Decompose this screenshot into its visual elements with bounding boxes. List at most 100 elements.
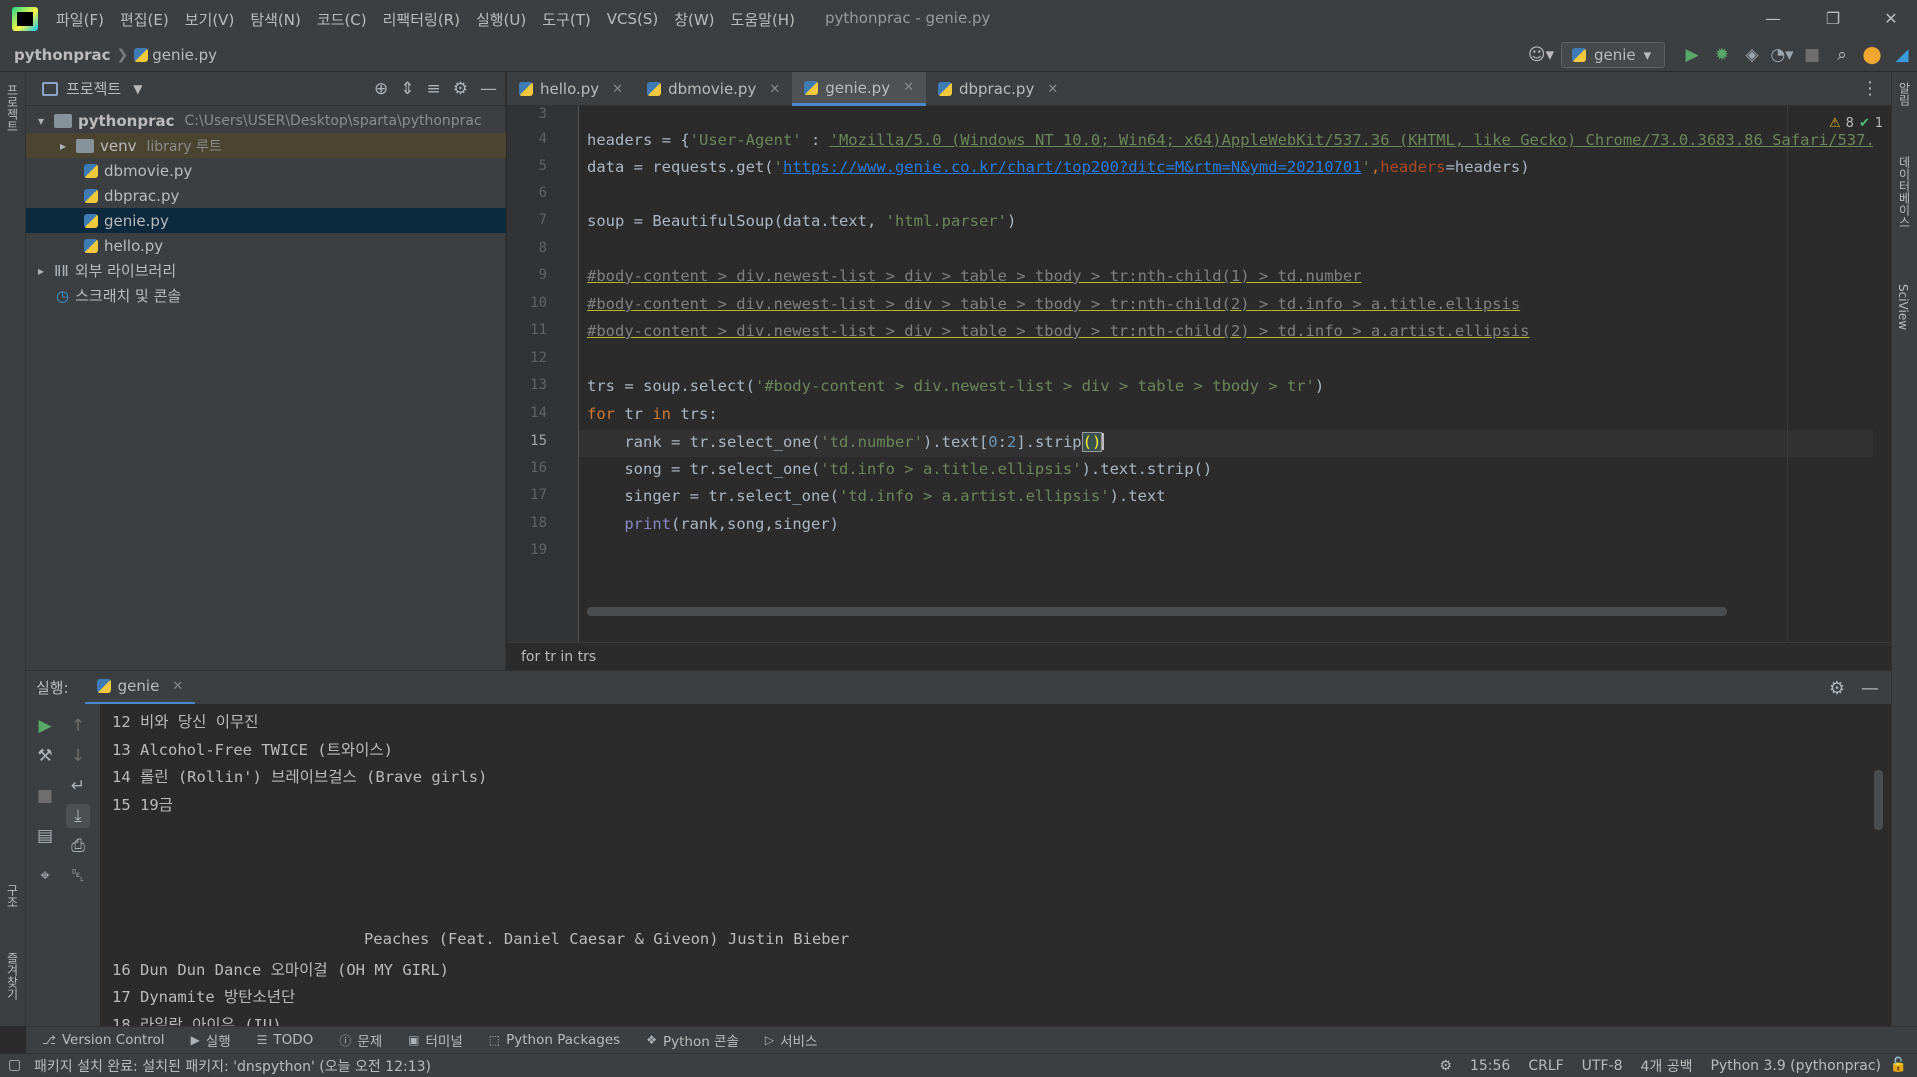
jetbrains-toolbox-icon[interactable]: ◢ bbox=[1887, 38, 1917, 72]
breadcrumb-project[interactable]: pythonprac bbox=[14, 46, 111, 64]
menu-navigate[interactable]: 탐색(N) bbox=[250, 9, 301, 30]
tab-dbprac-py[interactable]: dbprac.py ✕ bbox=[926, 72, 1070, 106]
tree-item-root[interactable]: ▾ pythonprac C:\Users\USER\Desktop\spart… bbox=[26, 108, 506, 133]
python-interpreter[interactable]: Python 3.9 (pythonprac) bbox=[1710, 1058, 1881, 1074]
chevron-right-icon[interactable]: ▸ bbox=[56, 139, 70, 153]
stop-icon[interactable]: ■ bbox=[33, 784, 57, 808]
code-editor[interactable]: 3 4 5 6 7 8 9 10 11 12 13 14 15 16 17 18… bbox=[507, 106, 1891, 642]
tool-tab-services[interactable]: ▷ 서비스 bbox=[765, 1030, 818, 1050]
collapse-all-icon[interactable]: ≡ bbox=[427, 79, 441, 99]
scroll-to-end-icon[interactable]: ⤓ bbox=[66, 804, 90, 828]
tree-item-venv[interactable]: ▸ venv library 루트 bbox=[26, 133, 506, 158]
gear-icon[interactable]: ⚙ bbox=[453, 79, 468, 99]
run-console[interactable]: 12 비와 당신 이무진 13 Alcohol-Free TWICE (트와이스… bbox=[100, 704, 1891, 1026]
tab-dbmovie-py[interactable]: dbmovie.py ✕ bbox=[635, 72, 792, 106]
close-icon[interactable]: ✕ bbox=[1047, 82, 1058, 97]
trash-icon[interactable]: ␡ bbox=[66, 864, 90, 888]
more-vertical-icon[interactable]: ⋮ bbox=[1861, 78, 1879, 99]
console-scrollbar[interactable] bbox=[1874, 770, 1883, 830]
chevron-down-icon[interactable]: ▼ bbox=[133, 82, 142, 96]
tool-tab-python-packages[interactable]: ⬚ Python Packages bbox=[489, 1032, 620, 1048]
sciview-tool-button[interactable]: SciView bbox=[1896, 284, 1910, 330]
gear-icon[interactable]: ⚙ bbox=[1829, 678, 1845, 699]
close-icon[interactable]: ✕ bbox=[769, 82, 780, 97]
rerun-icon[interactable]: ▶ bbox=[33, 714, 57, 738]
print-icon[interactable]: ⎙ bbox=[66, 834, 90, 858]
caret-position[interactable]: 15:56 bbox=[1470, 1058, 1510, 1074]
project-tool-button[interactable]: 프로젝트 bbox=[4, 84, 21, 132]
profile-icon[interactable]: ◔▾ bbox=[1767, 38, 1797, 72]
error-stripe[interactable] bbox=[1873, 106, 1891, 642]
tree-item-file[interactable]: dbprac.py bbox=[26, 183, 506, 208]
menu-file[interactable]: 파일(F) bbox=[56, 9, 104, 30]
pin-icon[interactable]: ⌖ bbox=[33, 864, 57, 888]
status-message[interactable]: 패키지 설치 완료: 설치된 패키지: 'dnspython' (오늘 오전 1… bbox=[34, 1056, 431, 1076]
chevron-down-icon[interactable]: ▾ bbox=[34, 114, 48, 128]
close-icon[interactable]: ✕ bbox=[612, 82, 623, 97]
layout-icon[interactable]: ▤ bbox=[33, 824, 57, 848]
close-icon[interactable]: ✕ bbox=[903, 80, 914, 95]
hide-icon[interactable]: — bbox=[480, 79, 497, 99]
settings-sync-icon[interactable]: ⚙ bbox=[1439, 1058, 1452, 1074]
arrow-down-icon[interactable]: ↓ bbox=[66, 744, 90, 768]
play-icon[interactable]: ▶ bbox=[1677, 38, 1707, 72]
lock-icon[interactable]: 🔓 bbox=[1890, 1057, 1907, 1073]
locate-icon[interactable]: ⊕ bbox=[374, 79, 388, 99]
menu-help[interactable]: 도움말(H) bbox=[731, 9, 795, 30]
file-encoding[interactable]: UTF-8 bbox=[1582, 1058, 1623, 1074]
restore-icon[interactable]: ❐ bbox=[1813, 6, 1853, 32]
indent-setting[interactable]: 4개 공백 bbox=[1640, 1056, 1692, 1076]
code-breadcrumb[interactable]: for tr in trs bbox=[507, 642, 1891, 670]
hide-icon[interactable]: — bbox=[1861, 678, 1879, 699]
project-view-select[interactable]: 프로젝트 bbox=[66, 78, 121, 99]
minimize-icon[interactable]: — bbox=[1753, 6, 1793, 32]
tree-item-external-libraries[interactable]: ▸ ⅡⅡ 외부 라이브러리 bbox=[26, 258, 506, 283]
inspection-widget[interactable]: ⚠ 8 ✔ 1 bbox=[1829, 116, 1883, 131]
run-config-select[interactable]: genie ▾ bbox=[1561, 42, 1665, 68]
menu-vcs[interactable]: VCS(S) bbox=[607, 10, 658, 28]
tool-tab-python-console[interactable]: ❖ Python 콘솔 bbox=[646, 1030, 739, 1050]
menu-view[interactable]: 보기(V) bbox=[185, 9, 235, 30]
tree-item-file[interactable]: hello.py bbox=[26, 233, 506, 258]
breadcrumb-file[interactable]: genie.py bbox=[152, 46, 217, 64]
close-window-icon[interactable]: ✕ bbox=[1871, 6, 1911, 32]
tab-hello-py[interactable]: hello.py ✕ bbox=[507, 72, 635, 106]
bookmarks-tool-button[interactable]: 즐겨찾기 bbox=[4, 952, 21, 1000]
breadcrumb-item[interactable]: for tr in trs bbox=[521, 649, 596, 665]
tree-item-file[interactable]: dbmovie.py bbox=[26, 158, 506, 183]
bug-icon[interactable]: ✹ bbox=[1707, 38, 1737, 72]
arrow-up-icon[interactable]: ↑ bbox=[66, 714, 90, 738]
tree-item-file-selected[interactable]: genie.py bbox=[26, 208, 506, 233]
tool-tab-terminal[interactable]: ▣ 터미널 bbox=[408, 1030, 463, 1050]
close-icon[interactable]: ✕ bbox=[172, 679, 183, 694]
expand-all-icon[interactable]: ⇕ bbox=[400, 79, 414, 99]
tab-genie-py[interactable]: genie.py ✕ bbox=[792, 72, 926, 106]
menu-refactor[interactable]: 리팩터링(R) bbox=[383, 9, 460, 30]
menu-code[interactable]: 코드(C) bbox=[317, 9, 367, 30]
run-tab-genie[interactable]: genie ✕ bbox=[84, 671, 196, 705]
wrench-icon[interactable]: ⚒ bbox=[33, 744, 57, 768]
url-link[interactable]: https://www.genie.co.kr/chart/top200?dit… bbox=[783, 158, 1362, 176]
menu-edit[interactable]: 편집(E) bbox=[120, 9, 169, 30]
horizontal-scrollbar[interactable] bbox=[587, 607, 1727, 616]
tool-tab-todo[interactable]: ☰ TODO bbox=[257, 1032, 314, 1048]
database-tool-button[interactable]: 데이터베이스 bbox=[1896, 156, 1913, 228]
structure-tool-button[interactable]: 구조 bbox=[4, 884, 21, 908]
tool-tab-run[interactable]: ▶ 실행 bbox=[191, 1030, 231, 1050]
tool-tab-problems[interactable]: ⓘ 문제 bbox=[339, 1030, 382, 1051]
notifications-tool-button[interactable]: 알림 bbox=[1896, 82, 1913, 106]
menu-run[interactable]: 실행(U) bbox=[476, 9, 526, 30]
update-icon[interactable]: ⬤ bbox=[1857, 38, 1887, 72]
stop-icon[interactable]: ■ bbox=[1797, 38, 1827, 72]
coverage-icon[interactable]: ◈ bbox=[1737, 38, 1767, 72]
user-icon[interactable]: ☺▾ bbox=[1521, 38, 1561, 72]
tool-tab-version-control[interactable]: ⎇ Version Control bbox=[42, 1032, 165, 1048]
menu-window[interactable]: 창(W) bbox=[674, 9, 714, 30]
menu-tools[interactable]: 도구(T) bbox=[542, 9, 590, 30]
tree-item-scratches[interactable]: ◷ 스크래치 및 콘솔 bbox=[26, 283, 506, 308]
line-number-gutter[interactable]: 3 4 5 6 7 8 9 10 11 12 13 14 15 16 17 18… bbox=[507, 106, 579, 642]
search-icon[interactable]: ⌕ bbox=[1827, 38, 1857, 72]
soft-wrap-icon[interactable]: ↵ bbox=[66, 774, 90, 798]
line-separator[interactable]: CRLF bbox=[1528, 1058, 1563, 1074]
chevron-right-icon[interactable]: ▸ bbox=[34, 264, 48, 278]
